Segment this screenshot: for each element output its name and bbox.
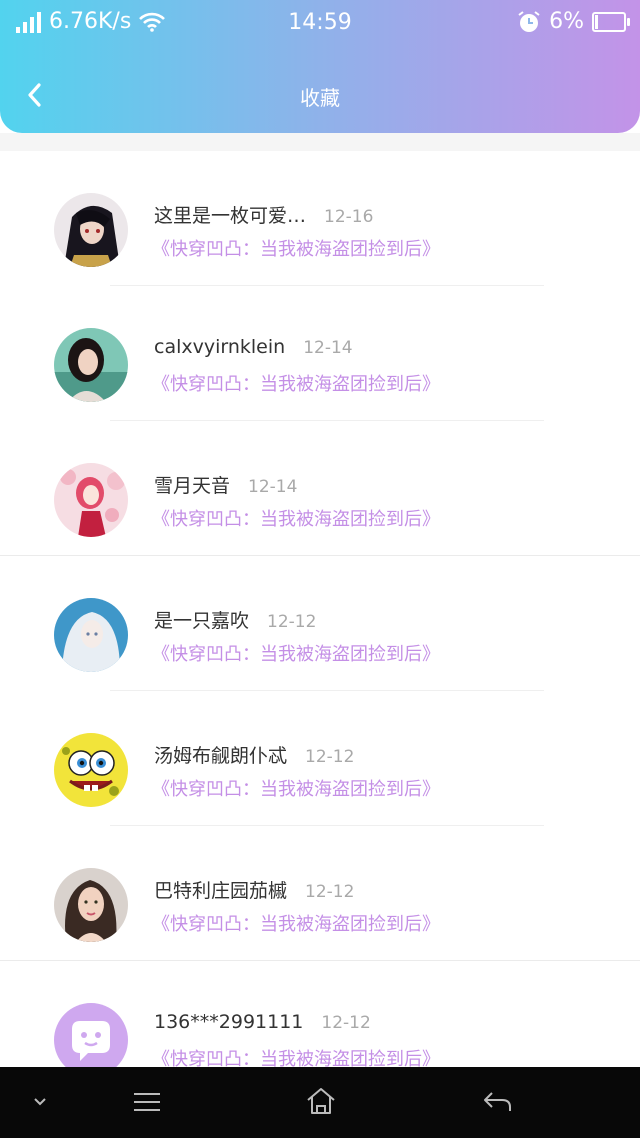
alarm-icon [518,10,540,32]
battery-level: 6% [549,9,584,34]
book-title[interactable]: 《快穿凹凸：当我被海盗团捡到后》 [152,235,440,261]
list-item[interactable]: calxvyirnklein 12-14 《快穿凹凸：当我被海盗团捡到后》 [0,286,640,421]
date: 12-14 [303,338,353,358]
book-title[interactable]: 《快穿凹凸：当我被海盗团捡到后》 [152,640,440,666]
favorites-list: 这里是一枚可爱… 12-16 《快穿凹凸：当我被海盗团捡到后》 calxvyirn… [0,151,640,1067]
avatar[interactable] [54,868,128,942]
user-name: 这里是一枚可爱… [154,205,307,227]
page-title: 收藏 [300,86,340,110]
book-title[interactable]: 《快穿凹凸：当我被海盗团捡到后》 [152,775,440,801]
book-title[interactable]: 《快穿凹凸：当我被海盗团捡到后》 [152,1045,440,1067]
book-title[interactable]: 《快穿凹凸：当我被海盗团捡到后》 [152,370,440,396]
list-item[interactable]: 雪月天音 12-14 《快穿凹凸：当我被海盗团捡到后》 [0,421,640,556]
list-item[interactable]: 巴特利庄园茄槭 12-12 《快穿凹凸：当我被海盗团捡到后》 [0,826,640,961]
section-gap [0,133,640,151]
avatar[interactable] [54,193,128,267]
user-name: 136***2991111 [154,1011,304,1033]
list-item[interactable]: 汤姆布觎朗仆忒 12-12 《快穿凹凸：当我被海盗团捡到后》 [0,691,640,826]
user-name: 巴特利庄园茄槭 [154,880,288,902]
avatar[interactable] [54,733,128,807]
home-icon[interactable] [304,1085,338,1117]
book-title[interactable]: 《快穿凹凸：当我被海盗团捡到后》 [152,910,440,936]
avatar[interactable] [54,1003,128,1067]
status-bar: 6.76K/s 14:59 6% [0,0,640,46]
avatar[interactable] [54,328,128,402]
date: 12-14 [248,477,298,497]
date: 12-12 [267,612,317,632]
user-name: calxvyirnklein [154,336,286,358]
list-item[interactable]: 这里是一枚可爱… 12-16 《快穿凹凸：当我被海盗团捡到后》 [0,151,640,286]
list-item[interactable]: 是一只嘉吹 12-12 《快穿凹凸：当我被海盗团捡到后》 [0,556,640,691]
avatar[interactable] [54,463,128,537]
back-icon[interactable] [480,1089,514,1115]
date: 12-12 [305,747,355,767]
book-title[interactable]: 《快穿凹凸：当我被海盗团捡到后》 [152,505,440,531]
date: 12-16 [324,207,374,227]
battery-icon [592,11,630,32]
date: 12-12 [305,882,355,902]
user-name: 汤姆布觎朗仆忒 [154,745,288,767]
list-item[interactable]: 136***2991111 12-12 《快穿凹凸：当我被海盗团捡到后》 [0,961,640,1067]
navbar: 收藏 [0,60,640,130]
chevron-down-icon[interactable] [32,1095,48,1109]
header: 6.76K/s 14:59 6% 收藏 [0,0,640,133]
system-nav-bar [0,1067,640,1138]
user-name: 是一只嘉吹 [154,610,250,632]
menu-icon[interactable] [131,1089,163,1115]
date: 12-12 [321,1013,371,1033]
user-name: 雪月天音 [154,475,231,497]
avatar[interactable] [54,598,128,672]
